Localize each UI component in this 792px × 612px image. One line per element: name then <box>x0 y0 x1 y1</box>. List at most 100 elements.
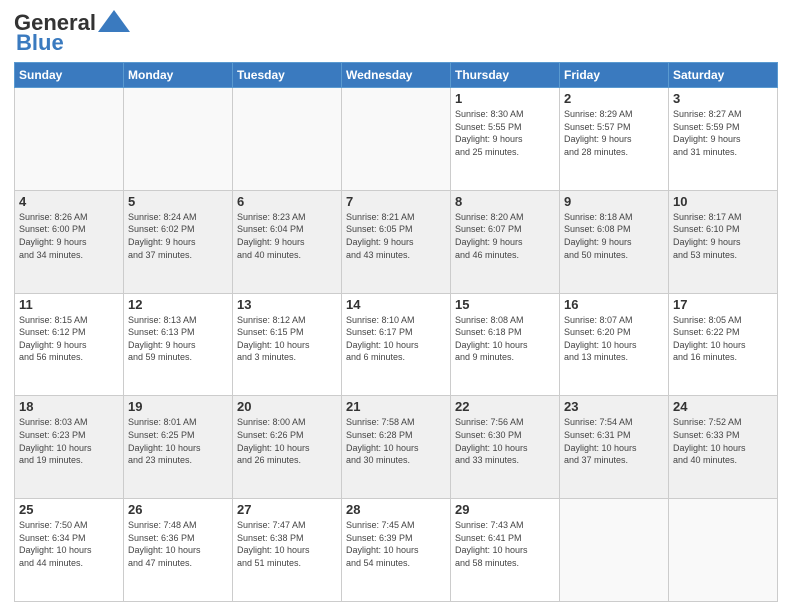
week-row-5: 25 Sunrise: 7:50 AMSunset: 6:34 PMDayligh… <box>15 499 778 602</box>
day-number: 15 <box>455 297 555 312</box>
day-cell: 24 Sunrise: 7:52 AMSunset: 6:33 PMDayligh… <box>669 396 778 499</box>
day-cell <box>560 499 669 602</box>
day-cell <box>233 88 342 191</box>
day-info: Sunrise: 8:27 AMSunset: 5:59 PMDaylight:… <box>673 108 773 158</box>
day-cell: 19 Sunrise: 8:01 AMSunset: 6:25 PMDayligh… <box>124 396 233 499</box>
day-number: 3 <box>673 91 773 106</box>
day-cell <box>124 88 233 191</box>
day-info: Sunrise: 7:48 AMSunset: 6:36 PMDaylight:… <box>128 519 228 569</box>
calendar-table: SundayMondayTuesdayWednesdayThursdayFrid… <box>14 62 778 602</box>
day-number: 18 <box>19 399 119 414</box>
day-cell: 4 Sunrise: 8:26 AMSunset: 6:00 PMDaylight… <box>15 190 124 293</box>
week-row-3: 11 Sunrise: 8:15 AMSunset: 6:12 PMDayligh… <box>15 293 778 396</box>
day-info: Sunrise: 8:01 AMSunset: 6:25 PMDaylight:… <box>128 416 228 466</box>
day-number: 27 <box>237 502 337 517</box>
day-info: Sunrise: 8:18 AMSunset: 6:08 PMDaylight:… <box>564 211 664 261</box>
day-cell: 23 Sunrise: 7:54 AMSunset: 6:31 PMDayligh… <box>560 396 669 499</box>
day-info: Sunrise: 7:50 AMSunset: 6:34 PMDaylight:… <box>19 519 119 569</box>
day-cell: 1 Sunrise: 8:30 AMSunset: 5:55 PMDaylight… <box>451 88 560 191</box>
day-cell: 8 Sunrise: 8:20 AMSunset: 6:07 PMDaylight… <box>451 190 560 293</box>
day-cell: 16Sunrise: 8:07 AMSunset: 6:20 PMDayligh… <box>560 293 669 396</box>
day-number: 10 <box>673 194 773 209</box>
day-info: Sunrise: 8:08 AMSunset: 6:18 PMDaylight:… <box>455 314 555 364</box>
day-number: 6 <box>237 194 337 209</box>
week-row-1: 1 Sunrise: 8:30 AMSunset: 5:55 PMDaylight… <box>15 88 778 191</box>
day-info: Sunrise: 8:20 AMSunset: 6:07 PMDaylight:… <box>455 211 555 261</box>
day-info: Sunrise: 8:21 AMSunset: 6:05 PMDaylight:… <box>346 211 446 261</box>
day-number: 21 <box>346 399 446 414</box>
logo-blue: Blue <box>16 30 64 56</box>
day-cell: 12Sunrise: 8:13 AMSunset: 6:13 PMDayligh… <box>124 293 233 396</box>
day-info: Sunrise: 8:12 AMSunset: 6:15 PMDaylight:… <box>237 314 337 364</box>
day-cell: 22 Sunrise: 7:56 AMSunset: 6:30 PMDayligh… <box>451 396 560 499</box>
weekday-header-wednesday: Wednesday <box>342 63 451 88</box>
week-row-2: 4 Sunrise: 8:26 AMSunset: 6:00 PMDaylight… <box>15 190 778 293</box>
day-number: 8 <box>455 194 555 209</box>
day-cell: 28Sunrise: 7:45 AMSunset: 6:39 PMDayligh… <box>342 499 451 602</box>
day-info: Sunrise: 7:56 AMSunset: 6:30 PMDaylight:… <box>455 416 555 466</box>
logo: General Blue <box>14 10 130 56</box>
day-number: 23 <box>564 399 664 414</box>
day-cell: 6Sunrise: 8:23 AMSunset: 6:04 PMDaylight… <box>233 190 342 293</box>
day-cell <box>15 88 124 191</box>
day-number: 28 <box>346 502 446 517</box>
day-info: Sunrise: 8:24 AMSunset: 6:02 PMDaylight:… <box>128 211 228 261</box>
day-cell: 5 Sunrise: 8:24 AMSunset: 6:02 PMDaylight… <box>124 190 233 293</box>
weekday-header-thursday: Thursday <box>451 63 560 88</box>
day-number: 29 <box>455 502 555 517</box>
day-cell: 13 Sunrise: 8:12 AMSunset: 6:15 PMDayligh… <box>233 293 342 396</box>
day-info: Sunrise: 8:17 AMSunset: 6:10 PMDaylight:… <box>673 211 773 261</box>
day-cell: 29 Sunrise: 7:43 AMSunset: 6:41 PMDayligh… <box>451 499 560 602</box>
day-info: Sunrise: 7:47 AMSunset: 6:38 PMDaylight:… <box>237 519 337 569</box>
day-cell: 2Sunrise: 8:29 AMSunset: 5:57 PMDaylight… <box>560 88 669 191</box>
weekday-header-sunday: Sunday <box>15 63 124 88</box>
day-cell: 7 Sunrise: 8:21 AMSunset: 6:05 PMDaylight… <box>342 190 451 293</box>
day-cell <box>669 499 778 602</box>
weekday-header-row: SundayMondayTuesdayWednesdayThursdayFrid… <box>15 63 778 88</box>
day-info: Sunrise: 8:00 AMSunset: 6:26 PMDaylight:… <box>237 416 337 466</box>
day-number: 17 <box>673 297 773 312</box>
header: General Blue <box>14 10 778 56</box>
day-number: 22 <box>455 399 555 414</box>
day-info: Sunrise: 7:54 AMSunset: 6:31 PMDaylight:… <box>564 416 664 466</box>
day-info: Sunrise: 8:29 AMSunset: 5:57 PMDaylight:… <box>564 108 664 158</box>
day-number: 19 <box>128 399 228 414</box>
day-info: Sunrise: 8:30 AMSunset: 5:55 PMDaylight:… <box>455 108 555 158</box>
weekday-header-saturday: Saturday <box>669 63 778 88</box>
day-info: Sunrise: 7:58 AMSunset: 6:28 PMDaylight:… <box>346 416 446 466</box>
day-cell: 26 Sunrise: 7:48 AMSunset: 6:36 PMDayligh… <box>124 499 233 602</box>
weekday-header-tuesday: Tuesday <box>233 63 342 88</box>
day-number: 13 <box>237 297 337 312</box>
day-cell <box>342 88 451 191</box>
day-cell: 27 Sunrise: 7:47 AMSunset: 6:38 PMDayligh… <box>233 499 342 602</box>
day-number: 7 <box>346 194 446 209</box>
day-number: 12 <box>128 297 228 312</box>
day-number: 1 <box>455 91 555 106</box>
weekday-header-monday: Monday <box>124 63 233 88</box>
day-info: Sunrise: 8:05 AMSunset: 6:22 PMDaylight:… <box>673 314 773 364</box>
week-row-4: 18 Sunrise: 8:03 AMSunset: 6:23 PMDayligh… <box>15 396 778 499</box>
day-number: 4 <box>19 194 119 209</box>
day-number: 5 <box>128 194 228 209</box>
day-info: Sunrise: 7:52 AMSunset: 6:33 PMDaylight:… <box>673 416 773 466</box>
day-cell: 21 Sunrise: 7:58 AMSunset: 6:28 PMDayligh… <box>342 396 451 499</box>
day-cell: 17 Sunrise: 8:05 AMSunset: 6:22 PMDayligh… <box>669 293 778 396</box>
day-cell: 20 Sunrise: 8:00 AMSunset: 6:26 PMDayligh… <box>233 396 342 499</box>
day-number: 20 <box>237 399 337 414</box>
day-number: 24 <box>673 399 773 414</box>
day-cell: 9Sunrise: 8:18 AMSunset: 6:08 PMDaylight… <box>560 190 669 293</box>
day-info: Sunrise: 7:43 AMSunset: 6:41 PMDaylight:… <box>455 519 555 569</box>
day-cell: 3 Sunrise: 8:27 AMSunset: 5:59 PMDaylight… <box>669 88 778 191</box>
page: General Blue SundayMondayTuesdayWednesda… <box>0 0 792 612</box>
day-cell: 11 Sunrise: 8:15 AMSunset: 6:12 PMDayligh… <box>15 293 124 396</box>
day-info: Sunrise: 8:26 AMSunset: 6:00 PMDaylight:… <box>19 211 119 261</box>
day-number: 25 <box>19 502 119 517</box>
day-number: 11 <box>19 297 119 312</box>
day-cell: 15 Sunrise: 8:08 AMSunset: 6:18 PMDayligh… <box>451 293 560 396</box>
day-info: Sunrise: 8:15 AMSunset: 6:12 PMDaylight:… <box>19 314 119 364</box>
day-number: 26 <box>128 502 228 517</box>
day-number: 16 <box>564 297 664 312</box>
weekday-header-friday: Friday <box>560 63 669 88</box>
day-cell: 25 Sunrise: 7:50 AMSunset: 6:34 PMDayligh… <box>15 499 124 602</box>
day-info: Sunrise: 8:03 AMSunset: 6:23 PMDaylight:… <box>19 416 119 466</box>
